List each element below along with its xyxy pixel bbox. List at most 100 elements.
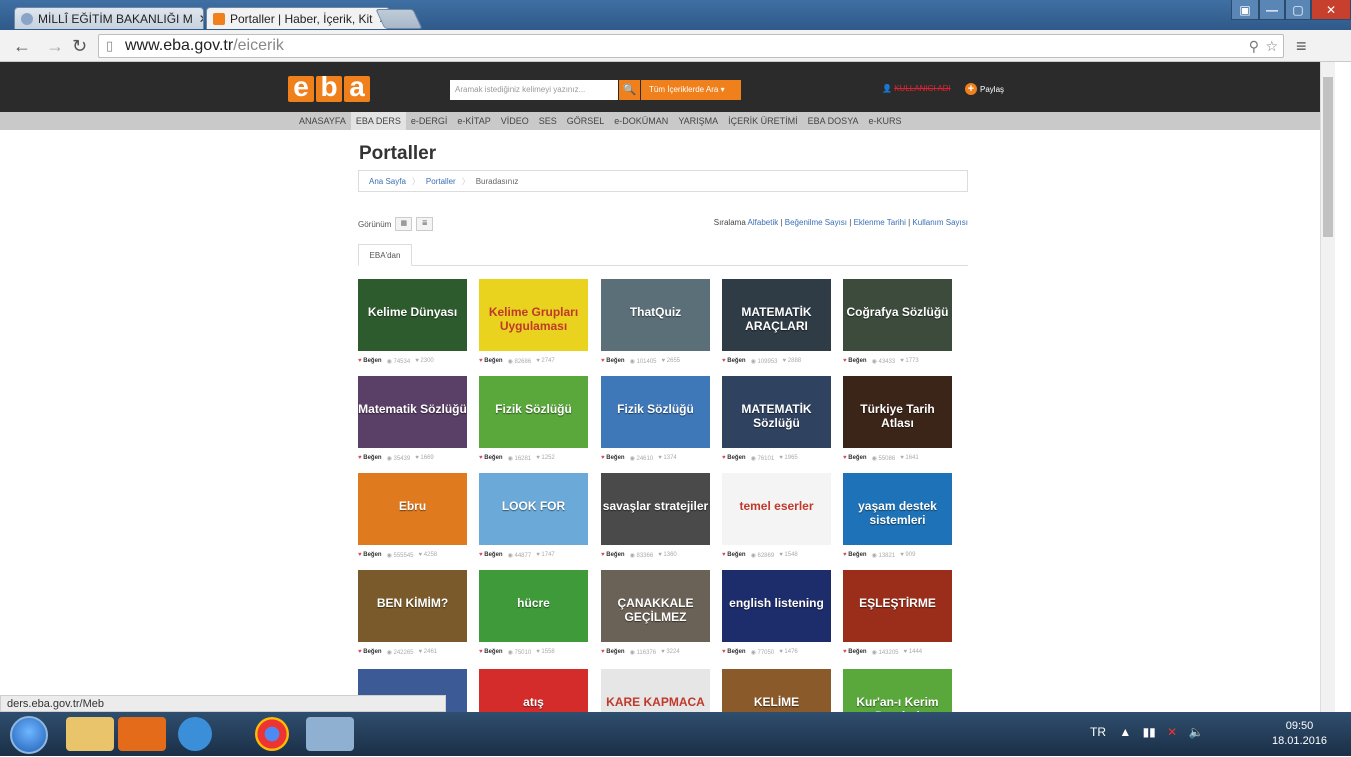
menu-item-e-kurs[interactable]: e-KURS (864, 112, 907, 130)
grid-view-icon[interactable]: ▦ (395, 217, 413, 231)
tab-portaller[interactable]: Portaller | Haber, İçerik, Kit ✕ (206, 7, 390, 29)
volume-icon[interactable]: 🔈 (1189, 725, 1204, 739)
portal-card[interactable]: Matematik Sözlüğü ♥ Beğen ◉ 35439 ♥ 1669 (358, 376, 467, 464)
like-button[interactable]: ♥ Beğen (601, 649, 625, 655)
portal-card[interactable]: EŞLEŞTİRME ♥ Beğen ◉ 143205 ♥ 1444 (843, 570, 952, 658)
like-button[interactable]: ♥ Beğen (479, 455, 503, 461)
like-button[interactable]: ♥ Beğen (479, 358, 503, 364)
explorer-icon[interactable] (66, 717, 114, 751)
portal-thumbnail[interactable]: Türkiye Tarih Atlası (843, 376, 952, 448)
eba-logo[interactable]: e b a (288, 73, 370, 102)
new-tab-button[interactable] (375, 9, 423, 29)
media-player-icon[interactable] (118, 717, 166, 751)
portal-card[interactable]: MATEMATİK ARAÇLARI ♥ Beğen ◉ 109953 ♥ 2888 (722, 279, 831, 367)
portal-thumbnail[interactable]: temel eserler (722, 473, 831, 545)
like-button[interactable]: ♥ Beğen (358, 649, 382, 655)
like-button[interactable]: ♥ Beğen (843, 649, 867, 655)
portal-card[interactable]: ThatQuiz ♥ Beğen ◉ 101405 ♥ 2655 (601, 279, 710, 367)
menu-item-icerik-uretimi[interactable]: İÇERİK ÜRETİMİ (723, 112, 803, 130)
portal-thumbnail[interactable]: Kelime Grupları Uygulaması (479, 279, 588, 351)
language-indicator[interactable]: TR (1090, 725, 1106, 739)
breadcrumb-home[interactable]: Ana Sayfa (369, 177, 406, 186)
portal-card[interactable]: LOOK FOR ♥ Beğen ◉ 44877 ♥ 1747 (479, 473, 588, 561)
sort-alphabetic[interactable]: Alfabetik (748, 218, 779, 227)
close-window-icon[interactable]: ✕ (1311, 0, 1351, 20)
portal-card[interactable]: BEN KİMİM? ♥ Beğen ◉ 242265 ♥ 2461 (358, 570, 467, 658)
portal-thumbnail[interactable]: LOOK FOR (479, 473, 588, 545)
all-content-search-button[interactable]: Tüm İçeriklerde Ara ▾ (641, 80, 741, 100)
portal-thumbnail[interactable]: savaşlar stratejiler (601, 473, 710, 545)
paint-icon[interactable] (306, 717, 354, 751)
menu-item-ses[interactable]: SES (534, 112, 562, 130)
like-button[interactable]: ♥ Beğen (722, 455, 746, 461)
portal-card[interactable]: yaşam destek sistemleri ♥ Beğen ◉ 13821 ♥ 9… (843, 473, 952, 561)
like-button[interactable]: ♥ Beğen (601, 358, 625, 364)
like-button[interactable]: ♥ Beğen (479, 552, 503, 558)
like-button[interactable]: ♥ Beğen (358, 455, 382, 461)
scrollbar-thumb[interactable] (1323, 77, 1333, 237)
ie-icon[interactable] (178, 717, 212, 751)
like-button[interactable]: ♥ Beğen (843, 455, 867, 461)
back-icon[interactable]: ← (13, 36, 31, 57)
like-button[interactable]: ♥ Beğen (843, 358, 867, 364)
menu-item-gorsel[interactable]: GÖRSEL (562, 112, 610, 130)
portal-card[interactable]: Türkiye Tarih Atlası ♥ Beğen ◉ 55086 ♥ 1641 (843, 376, 952, 464)
portal-thumbnail[interactable]: ThatQuiz (601, 279, 710, 351)
search-input[interactable]: Aramak istediğiniz kelimeyi yazınız... (450, 80, 618, 100)
breadcrumb-portaller[interactable]: Portaller (426, 177, 456, 186)
address-bar[interactable]: ▯ www.eba.gov.tr/eicerik ⚲ ☆ (98, 34, 1284, 58)
list-view-icon[interactable]: ≣ (416, 217, 434, 231)
portal-card[interactable]: temel eserler ♥ Beğen ◉ 62869 ♥ 1548 (722, 473, 831, 561)
tab-ebadan[interactable]: EBA'dan (358, 244, 412, 266)
portal-card[interactable]: Kelime Grupları Uygulaması ♥ Beğen ◉ 82686… (479, 279, 588, 367)
chrome-icon[interactable] (255, 717, 289, 751)
restore-icon[interactable]: ▣ (1231, 0, 1259, 20)
like-button[interactable]: ♥ Beğen (601, 455, 625, 461)
portal-thumbnail[interactable]: Fizik Sözlüğü (479, 376, 588, 448)
start-button[interactable] (10, 716, 48, 754)
star-icon[interactable]: ☆ (1265, 35, 1278, 57)
portal-card[interactable]: Coğrafya Sözlüğü ♥ Beğen ◉ 43433 ♥ 1773 (843, 279, 952, 367)
menu-item-eba-ders[interactable]: EBA DERS (350, 112, 406, 130)
portal-thumbnail[interactable]: Matematik Sözlüğü (358, 376, 467, 448)
portal-thumbnail[interactable]: MATEMATİK Sözlüğü (722, 376, 831, 448)
menu-item-video[interactable]: VİDEO (496, 112, 534, 130)
zoom-icon[interactable]: ⚲ (1249, 35, 1259, 57)
portal-card[interactable]: Fizik Sözlüğü ♥ Beğen ◉ 16281 ♥ 1252 (479, 376, 588, 464)
menu-item-e-kitap[interactable]: e-KİTAP (452, 112, 495, 130)
like-button[interactable]: ♥ Beğen (358, 358, 382, 364)
close-icon[interactable]: ✕ (193, 12, 203, 26)
maximize-icon[interactable]: ▢ (1285, 0, 1311, 20)
sort-likes[interactable]: Beğenilme Sayısı (785, 218, 847, 227)
flag-icon[interactable]: ✕ (1167, 725, 1177, 739)
portal-card[interactable]: savaşlar stratejiler ♥ Beğen ◉ 83366 ♥ 1360 (601, 473, 710, 561)
portal-thumbnail[interactable]: Kelime Dünyası (358, 279, 467, 351)
network-icon[interactable]: ▮▮ (1143, 725, 1156, 739)
portal-card[interactable]: Ebru ♥ Beğen ◉ 555545 ♥ 4258 (358, 473, 467, 561)
menu-item-e-dokuman[interactable]: e-DOKÜMAN (609, 112, 673, 130)
menu-icon[interactable]: ≡ (1296, 36, 1307, 57)
portal-card[interactable]: english listening ♥ Beğen ◉ 77050 ♥ 1476 (722, 570, 831, 658)
portal-card[interactable]: Kelime Dünyası ♥ Beğen ◉ 74534 ♥ 2300 (358, 279, 467, 367)
menu-item-yarisma[interactable]: YARIŞMA (673, 112, 723, 130)
minimize-icon[interactable]: — (1259, 0, 1285, 20)
forward-icon[interactable]: → (46, 36, 64, 57)
like-button[interactable]: ♥ Beğen (722, 358, 746, 364)
portal-thumbnail[interactable]: yaşam destek sistemleri (843, 473, 952, 545)
portal-thumbnail[interactable]: Ebru (358, 473, 467, 545)
portal-thumbnail[interactable]: hücre (479, 570, 588, 642)
portal-card[interactable]: ÇANAKKALE GEÇİLMEZ ♥ Beğen ◉ 116376 ♥ 3224 (601, 570, 710, 658)
like-button[interactable]: ♥ Beğen (722, 649, 746, 655)
scrollbar[interactable] (1320, 62, 1335, 712)
portal-card[interactable]: Fizik Sözlüğü ♥ Beğen ◉ 24610 ♥ 1374 (601, 376, 710, 464)
menu-item-eba-dosya[interactable]: EBA DOSYA (803, 112, 864, 130)
menu-item-e-dergi[interactable]: e-DERGİ (406, 112, 453, 130)
like-button[interactable]: ♥ Beğen (843, 552, 867, 558)
clock[interactable]: 09:50 18.01.2016 (1272, 719, 1327, 749)
portal-thumbnail[interactable]: BEN KİMİM? (358, 570, 467, 642)
share-button[interactable]: + Paylaş (965, 83, 1004, 95)
menu-item-anasayfa[interactable]: ANASAYFA (294, 112, 351, 130)
like-button[interactable]: ♥ Beğen (601, 552, 625, 558)
portal-thumbnail[interactable]: Fizik Sözlüğü (601, 376, 710, 448)
user-menu[interactable]: 👤 KULLANICI ADI (882, 84, 951, 93)
